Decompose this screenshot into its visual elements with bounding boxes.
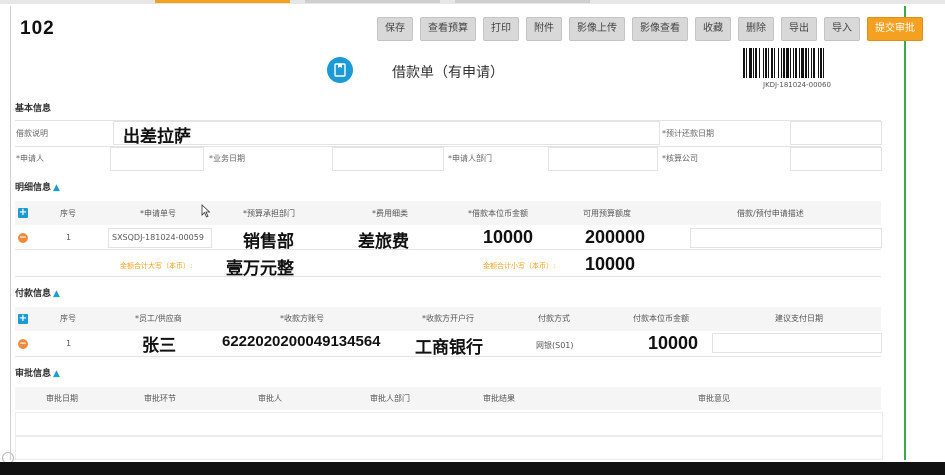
- mouse-cursor-icon: [201, 204, 211, 218]
- collapse-icon[interactable]: ▲: [53, 183, 60, 193]
- biz-date-label: *业务日期: [209, 154, 245, 163]
- detail-app-no: SXSQDJ-181024-00059: [112, 233, 204, 242]
- payment-account: 6222020200049134564: [222, 333, 381, 350]
- payment-method: 网银(S01): [536, 341, 574, 350]
- approval-row: [15, 436, 883, 460]
- save-button[interactable]: 保存: [377, 17, 413, 41]
- detail-seq: 1: [66, 233, 72, 242]
- detail-col-dept: *预算承担部门: [243, 209, 295, 218]
- bottom-bar: [0, 462, 945, 475]
- delete-button[interactable]: 删除: [738, 17, 774, 41]
- add-payment-row-icon[interactable]: +: [18, 314, 28, 324]
- top-tab-indicator-3: [455, 0, 590, 3]
- approval-row: [15, 412, 883, 436]
- approval-col-approver-dept: 审批人部门: [370, 394, 410, 403]
- payment-col-date: 建议支付日期: [775, 314, 823, 323]
- total-upper-label: 金额合计大写（本币）:: [120, 262, 193, 270]
- submit-approval-button[interactable]: 提交审批: [867, 17, 923, 41]
- detail-col-desc: 借款/预付申请描述: [737, 209, 804, 218]
- document-number: 102: [20, 18, 55, 39]
- approval-col-result: 审批结果: [483, 394, 515, 403]
- approval-col-approver: 审批人: [258, 394, 282, 403]
- desc-value: 出差拉萨: [123, 127, 191, 147]
- applicant-field[interactable]: [110, 147, 204, 171]
- attachment-button[interactable]: 附件: [526, 17, 562, 41]
- applicant-label: *申请人: [16, 154, 44, 163]
- total-lower-value: 10000: [585, 254, 636, 274]
- payment-col-seq: 序号: [60, 314, 76, 323]
- company-label: *核算公司: [662, 154, 698, 163]
- detail-col-amount: *借款本位币金额: [468, 209, 528, 218]
- add-row-icon[interactable]: +: [18, 208, 28, 218]
- toolbar: 保存 查看预算 打印 附件 影像上传 影像查看 收藏 删除 导出 导入 提交审批: [377, 17, 923, 41]
- divider: [15, 356, 881, 357]
- detail-col-budget: 可用预算额度: [583, 209, 631, 218]
- payment-col-payee: *员工/供应商: [135, 314, 182, 323]
- collapse-icon[interactable]: ▲: [53, 289, 60, 299]
- desc-label: 借款说明: [16, 129, 48, 138]
- section-detail-info[interactable]: 明细信息 ▲: [15, 180, 60, 193]
- repay-date-field[interactable]: [790, 121, 882, 145]
- collapse-icon[interactable]: ▲: [53, 369, 60, 379]
- dept-label: *申请人部门: [448, 154, 492, 163]
- company-field[interactable]: [790, 147, 882, 171]
- approval-col-date: 审批日期: [46, 394, 78, 403]
- divider: [15, 276, 881, 277]
- biz-date-field[interactable]: [332, 147, 444, 171]
- section-payment-info[interactable]: 付款信息 ▲: [15, 286, 60, 299]
- image-upload-button[interactable]: 影像上传: [569, 17, 625, 41]
- total-lower-label: 金额合计小写（本币）:: [483, 262, 556, 270]
- payment-col-bank: *收款方开户行: [422, 314, 474, 323]
- detail-col-fee-type: *费用细类: [372, 209, 408, 218]
- payment-date-field[interactable]: [712, 333, 882, 353]
- repay-date-label: *预计还款日期: [662, 129, 714, 138]
- payment-seq: 1: [66, 339, 72, 348]
- delete-payment-row-icon[interactable]: −: [18, 339, 28, 349]
- top-strip: [0, 0, 945, 4]
- form-title: 借款单（有申请）: [392, 65, 504, 81]
- top-tab-indicator: [155, 0, 290, 3]
- detail-budget: 200000: [585, 227, 646, 247]
- detail-col-seq: 序号: [60, 209, 76, 218]
- payment-col-account: *收款方账号: [280, 314, 324, 323]
- detail-col-app-no: *申请单号: [140, 209, 176, 218]
- dept-field[interactable]: [548, 147, 658, 171]
- barcode: [743, 48, 824, 78]
- payment-col-amount: 付款本位币金额: [633, 314, 689, 323]
- section-approval-info-label: 审批信息: [15, 369, 52, 379]
- detail-desc-field[interactable]: [690, 228, 882, 248]
- approval-col-opinion: 审批意见: [698, 394, 730, 403]
- section-payment-info-label: 付款信息: [15, 289, 52, 299]
- section-detail-info-label: 明细信息: [15, 183, 52, 193]
- view-budget-button[interactable]: 查看预算: [420, 17, 476, 41]
- top-tab-indicator-2: [305, 0, 440, 3]
- detail-amount: 10000: [483, 227, 534, 247]
- favorite-button[interactable]: 收藏: [695, 17, 731, 41]
- delete-row-icon[interactable]: −: [18, 233, 28, 243]
- section-approval-info[interactable]: 审批信息 ▲: [15, 366, 60, 379]
- document-icon: [327, 57, 353, 83]
- payment-amount: 10000: [648, 333, 699, 353]
- barcode-number: JKDJ-181024-00060: [763, 81, 831, 89]
- desc-field[interactable]: [113, 121, 660, 145]
- divider: [15, 249, 881, 250]
- export-button[interactable]: 导出: [781, 17, 817, 41]
- section-basic-info: 基本信息: [15, 101, 51, 114]
- image-view-button[interactable]: 影像查看: [632, 17, 688, 41]
- right-edge-line: [904, 6, 906, 460]
- payment-col-method: 付款方式: [538, 314, 570, 323]
- payment-bank: 工商银行: [415, 338, 483, 358]
- payment-payee: 张三: [142, 336, 176, 356]
- import-button[interactable]: 导入: [824, 17, 860, 41]
- section-basic-info-label: 基本信息: [15, 104, 52, 114]
- print-button[interactable]: 打印: [483, 17, 519, 41]
- approval-col-step: 审批环节: [144, 394, 176, 403]
